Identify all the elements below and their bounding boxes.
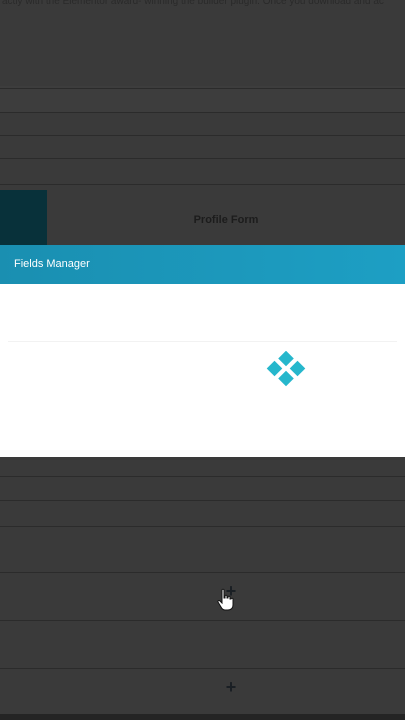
divider — [0, 88, 405, 89]
divider — [0, 112, 405, 113]
fields-manager-modal: Fields Manager — [0, 245, 405, 457]
divider — [0, 476, 405, 477]
divider — [0, 526, 405, 527]
divider — [0, 135, 405, 136]
divider — [0, 184, 405, 185]
divider — [0, 158, 405, 159]
divider — [0, 620, 405, 621]
hand-cursor-icon — [217, 588, 234, 611]
background-image-block — [0, 190, 47, 245]
divider — [0, 572, 405, 573]
divider — [0, 668, 405, 669]
page-bottom-edge — [0, 714, 405, 720]
modal-title: Fields Manager — [14, 258, 90, 270]
divider — [0, 500, 405, 501]
spinner-icon — [266, 351, 306, 387]
modal-header: Fields Manager — [0, 245, 405, 284]
plus-icon: + — [225, 677, 237, 697]
form-title: Profile Form — [193, 214, 259, 226]
divider — [8, 341, 397, 342]
add-row-button[interactable]: + — [223, 677, 239, 697]
background-row — [0, 86, 405, 112]
background-text: actly with the Elementor award- winning … — [2, 0, 384, 7]
